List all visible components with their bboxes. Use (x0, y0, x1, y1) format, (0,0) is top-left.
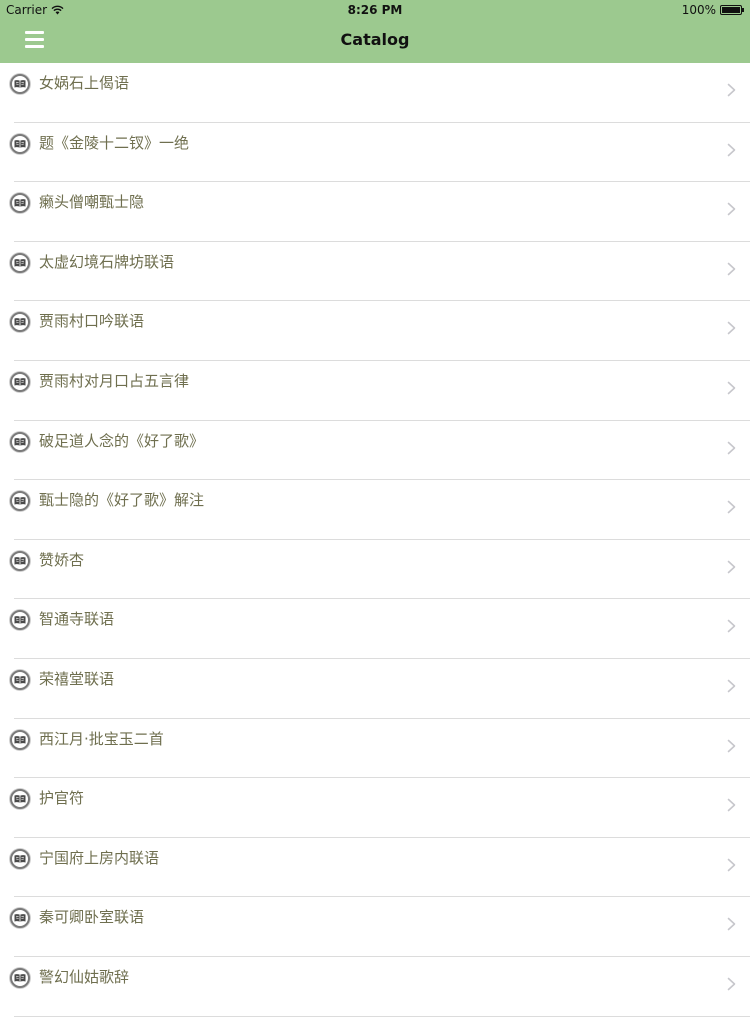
list-item[interactable]: 智通寺联语 (0, 599, 750, 659)
book-icon (10, 848, 30, 869)
list-item[interactable]: 赞娇杏 (0, 540, 750, 600)
list-item[interactable]: 秦可卿卧室联语 (0, 897, 750, 957)
book-icon (10, 967, 30, 988)
status-right: 100% (681, 3, 744, 17)
open-book-glyph (14, 199, 26, 207)
open-book-glyph (14, 258, 26, 267)
chevron-right-icon (727, 739, 736, 752)
open-book-glyph (14, 795, 26, 803)
book-icon (10, 371, 30, 392)
list-item[interactable]: 西江月·批宝玉二首 (0, 719, 750, 779)
open-book-glyph (14, 735, 26, 744)
list-item[interactable]: 太虚幻境石牌坊联语 (0, 242, 750, 302)
list-item-label: 贾雨村对月口占五言律 (39, 371, 190, 390)
book-icon (10, 789, 30, 810)
chevron-right-icon (727, 679, 736, 693)
list-item-label: 护官符 (39, 789, 85, 808)
open-book-glyph (14, 80, 26, 88)
list-item-label: 警幻仙姑歌辞 (39, 967, 130, 986)
list-item[interactable]: 女娲石上偈语 (0, 63, 750, 123)
list-item[interactable]: 癞头僧嘲甄士隐 (0, 182, 750, 242)
list-item-label: 女娲石上偈语 (39, 74, 130, 92)
battery-percent: 100% (681, 3, 716, 17)
open-book-glyph (14, 139, 26, 148)
open-book-glyph (14, 854, 26, 863)
list-item[interactable]: 甄士隐的《好了歌》解注 (0, 480, 750, 540)
list-item[interactable]: 破足道人念的《好了歌》 (0, 421, 750, 481)
chevron-right-icon (727, 262, 736, 276)
chevron-right-icon (727, 620, 736, 633)
list-item-label: 题《金陵十二钗》一绝 (39, 133, 190, 152)
open-book-glyph (14, 497, 26, 505)
chevron-right-icon (727, 500, 736, 514)
book-icon (10, 312, 30, 333)
list-item-label: 赞娇杏 (39, 550, 85, 569)
book-icon (10, 610, 30, 631)
open-book-glyph (14, 914, 26, 923)
list-item-label: 贾雨村口吟联语 (39, 312, 145, 331)
book-icon (10, 550, 30, 571)
list-item-label: 荣禧堂联语 (39, 669, 115, 688)
book-icon (10, 193, 30, 214)
book-icon (10, 491, 30, 512)
chevron-right-icon (727, 977, 736, 991)
list-item-label: 破足道人念的《好了歌》 (39, 431, 205, 450)
chevron-right-icon (727, 143, 736, 156)
open-book-glyph (14, 378, 26, 386)
status-time: 8:26 PM (347, 3, 403, 17)
list-item[interactable]: 护官符 (0, 778, 750, 838)
chevron-right-icon (727, 83, 736, 97)
book-icon (10, 908, 30, 929)
list-item-label: 太虚幻境石牌坊联语 (39, 252, 175, 271)
book-icon (10, 252, 30, 273)
list-item[interactable]: 宁国府上房内联语 (0, 838, 750, 898)
open-book-glyph (14, 676, 26, 684)
chevron-right-icon (727, 798, 736, 812)
list-item[interactable]: 题《金陵十二钗》一绝 (0, 123, 750, 183)
chevron-right-icon (727, 381, 736, 395)
page-title: Catalog (340, 30, 410, 49)
catalog-list: 女娲石上偈语题《金陵十二钗》一绝 癞头僧嘲甄士隐太虚幻境石牌坊联语 贾雨村口吟联语贾… (0, 63, 750, 1017)
chevron-right-icon (727, 441, 736, 454)
list-item-label: 西江月·批宝玉二首 (39, 729, 164, 748)
list-item[interactable]: 荣禧堂联语 (0, 659, 750, 719)
chevron-right-icon (727, 918, 736, 931)
book-icon (10, 729, 30, 750)
book-icon (10, 669, 30, 690)
list-item[interactable]: 警幻仙姑歌辞 (0, 957, 750, 1017)
list-item[interactable]: 贾雨村对月口占五言律 (0, 361, 750, 421)
book-icon (10, 74, 30, 94)
book-icon (10, 431, 30, 452)
chevron-right-icon (727, 202, 736, 216)
open-book-glyph (14, 318, 26, 327)
book-icon (10, 133, 30, 154)
chevron-right-icon (727, 322, 736, 335)
open-book-glyph (14, 973, 26, 982)
list-item-label: 秦可卿卧室联语 (39, 908, 145, 927)
list-item[interactable]: 贾雨村口吟联语 (0, 301, 750, 361)
status-bar: Carrier 8:26 PM 100% (0, 0, 750, 20)
list-item-label: 癞头僧嘲甄士隐 (39, 193, 145, 212)
list-item-label: 智通寺联语 (39, 610, 115, 629)
open-book-glyph (14, 437, 26, 446)
open-book-glyph (14, 616, 26, 625)
open-book-glyph (14, 556, 26, 565)
chevron-right-icon (727, 560, 736, 574)
battery-icon (720, 5, 744, 15)
chevron-right-icon (727, 858, 736, 872)
list-item-label: 宁国府上房内联语 (39, 848, 160, 867)
list-item-label: 甄士隐的《好了歌》解注 (39, 491, 205, 510)
navigation-bar: Carrier 8:26 PM 100% Catalog (0, 0, 750, 63)
